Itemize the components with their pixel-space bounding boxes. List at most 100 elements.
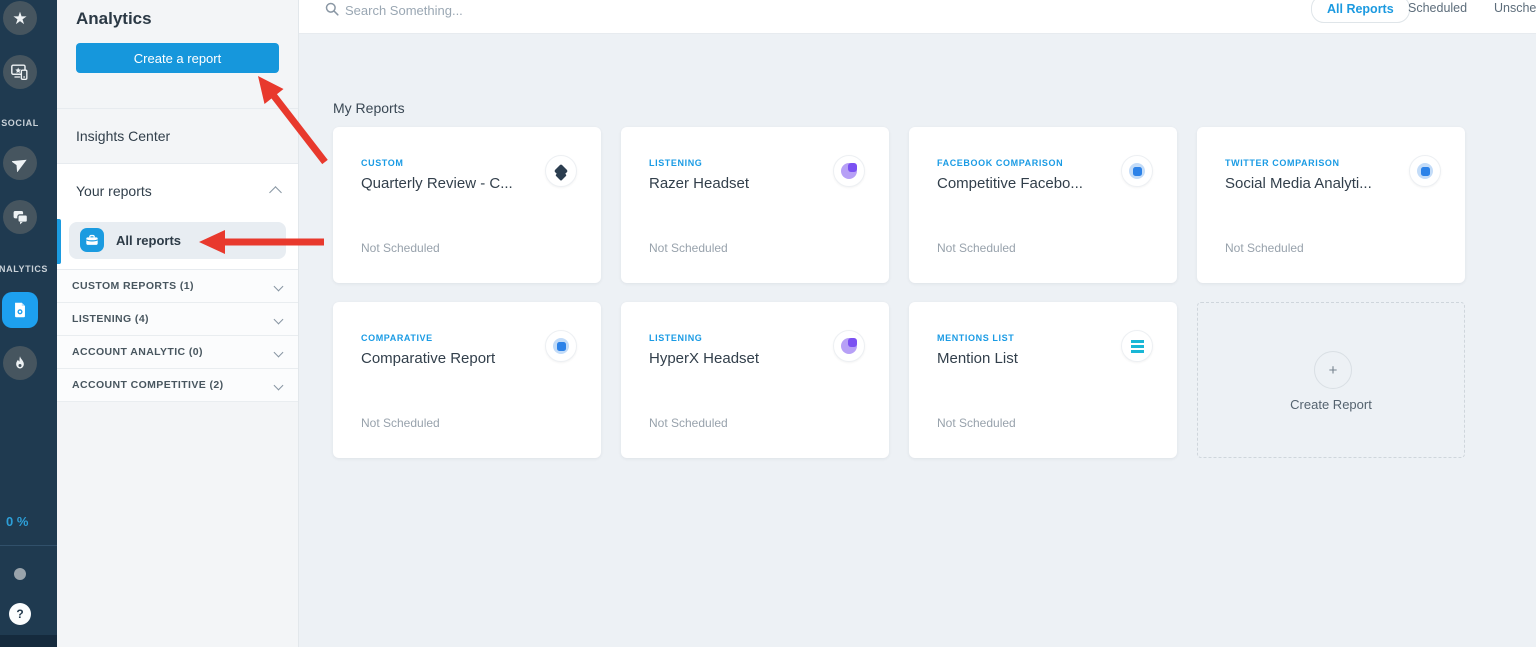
chevron-down-icon <box>274 281 284 291</box>
card-status: Not Scheduled <box>361 241 440 255</box>
progress-indicator: 0 % <box>6 514 28 529</box>
category-row[interactable]: CUSTOM REPORTS (1) <box>57 270 298 303</box>
report-doc-icon[interactable] <box>2 292 38 328</box>
card-category-label: LISTENING <box>649 333 702 343</box>
report-doc-glyph <box>11 301 29 319</box>
category-label: CUSTOM REPORTS (1) <box>72 280 194 292</box>
chevron-down-icon <box>274 314 284 324</box>
reports-grid: CUSTOMQuarterly Review - C...Not Schedul… <box>333 127 1465 458</box>
card-title: Competitive Facebo... <box>937 175 1127 192</box>
active-indicator-bar <box>57 219 61 264</box>
topbar: All ReportsScheduled Unscheduled <box>298 0 1536 34</box>
rail-label-social: SOCIAL <box>0 118 57 128</box>
square-blue-icon <box>545 330 577 362</box>
category-label: ACCOUNT COMPETITIVE (2) <box>72 379 224 391</box>
rail-label-analytics: ANALYTICS <box>0 264 57 274</box>
category-row[interactable]: ACCOUNT COMPETITIVE (2) <box>57 369 298 402</box>
briefcase-glyph <box>85 233 99 247</box>
all-reports-label: All reports <box>116 233 181 248</box>
card-status: Not Scheduled <box>1225 241 1304 255</box>
card-category-label: TWITTER COMPARISON <box>1225 158 1340 168</box>
bars-teal-glyph <box>1131 340 1144 353</box>
sidebar-item-insights-center[interactable]: Insights Center <box>57 108 298 163</box>
card-category-label: CUSTOM <box>361 158 403 168</box>
section-title: My Reports <box>333 100 405 116</box>
square-blue-icon <box>1409 155 1441 187</box>
briefcase-icon <box>80 228 104 252</box>
your-reports-label: Your reports <box>76 183 152 199</box>
category-row[interactable]: ACCOUNT ANALYTIC (0) <box>57 336 298 369</box>
report-categories: CUSTOM REPORTS (1) LISTENING (4) ACCOUNT A… <box>57 270 298 402</box>
your-reports-header[interactable]: Your reports <box>57 164 298 218</box>
nav-rail: ★ SOCIAL ANALYTICS <box>0 0 57 647</box>
card-status: Not Scheduled <box>649 416 728 430</box>
page-title: Analytics <box>76 9 152 29</box>
card-title: Razer Headset <box>649 175 839 192</box>
tab-all-reports[interactable]: All Reports <box>1311 0 1410 23</box>
chat-glyph <box>11 208 30 227</box>
report-card[interactable]: COMPARATIVE Comparative Report Not Schedul… <box>333 302 601 458</box>
bars-teal-icon <box>1121 330 1153 362</box>
create-report-button[interactable]: Create a report <box>76 43 279 73</box>
square-blue-glyph <box>1417 163 1433 179</box>
card-status: Not Scheduled <box>649 241 728 255</box>
help-icon[interactable]: ? <box>9 603 31 625</box>
main-area: All ReportsScheduled Unscheduled My Repor… <box>298 0 1536 647</box>
layers-dark-icon <box>545 155 577 187</box>
category-row[interactable]: LISTENING (4) <box>57 303 298 336</box>
report-card[interactable]: CUSTOMQuarterly Review - C...Not Schedul… <box>333 127 601 283</box>
tab-scheduled[interactable]: Scheduled <box>1408 1 1467 15</box>
card-title: Comparative Report <box>361 350 551 367</box>
flame-icon[interactable] <box>3 346 37 380</box>
pie-purple-glyph <box>841 163 857 179</box>
category-label: LISTENING (4) <box>72 313 149 325</box>
devices-glyph <box>10 62 30 82</box>
flame-glyph <box>12 355 28 371</box>
search-icon <box>325 2 339 16</box>
chevron-down-icon <box>274 380 284 390</box>
star-glyph: ★ <box>12 10 27 27</box>
pie-purple-icon <box>833 330 865 362</box>
devices-icon[interactable] <box>3 55 37 89</box>
create-report-card-label: Create Report <box>1198 397 1464 412</box>
sidebar-item-all-reports[interactable]: All reports <box>69 222 286 259</box>
square-blue-glyph <box>553 338 569 354</box>
pie-purple-glyph <box>841 338 857 354</box>
avatar-dot[interactable] <box>14 568 26 580</box>
card-category-label: COMPARATIVE <box>361 333 433 343</box>
plus-icon: + <box>1314 351 1352 389</box>
card-category-label: FACEBOOK COMPARISON <box>937 158 1063 168</box>
category-label: ACCOUNT ANALYTIC (0) <box>72 346 203 358</box>
star-icon[interactable]: ★ <box>3 1 37 35</box>
chevron-up-icon <box>269 186 282 199</box>
card-category-label: MENTIONS LIST <box>937 333 1014 343</box>
rail-footer <box>0 635 57 647</box>
card-category-label: LISTENING <box>649 158 702 168</box>
layers-dark-glyph <box>554 164 568 178</box>
chat-icon[interactable] <box>3 200 37 234</box>
report-card[interactable]: MENTIONS LIST Mention List Not Scheduled <box>909 302 1177 458</box>
send-icon[interactable] <box>3 146 37 180</box>
analytics-sidebar: Analytics Create a report Insights Cente… <box>57 0 299 647</box>
square-blue-icon <box>1121 155 1153 187</box>
chevron-down-icon <box>274 347 284 357</box>
report-card[interactable]: LISTENING Razer Headset Not Scheduled <box>621 127 889 283</box>
card-status: Not Scheduled <box>937 416 1016 430</box>
report-card[interactable]: LISTENING HyperX Headset Not Scheduled <box>621 302 889 458</box>
square-blue-glyph <box>1129 163 1145 179</box>
send-glyph <box>12 155 29 172</box>
rail-divider <box>0 545 57 546</box>
card-title: HyperX Headset <box>649 350 839 367</box>
card-title: Social Media Analyti... <box>1225 175 1415 192</box>
card-status: Not Scheduled <box>361 416 440 430</box>
insights-center-label: Insights Center <box>76 128 170 144</box>
report-card[interactable]: FACEBOOK COMPARISON Competitive Facebo...… <box>909 127 1177 283</box>
card-status: Not Scheduled <box>937 241 1016 255</box>
create-report-card[interactable]: + Create Report <box>1197 302 1465 458</box>
tab-unscheduled[interactable]: Unscheduled <box>1494 1 1536 15</box>
search-input[interactable] <box>343 0 747 20</box>
your-reports-section: Your reports All reports <box>57 163 298 270</box>
card-title: Mention List <box>937 350 1127 367</box>
report-card[interactable]: TWITTER COMPARISON Social Media Analyti..… <box>1197 127 1465 283</box>
pie-purple-icon <box>833 155 865 187</box>
